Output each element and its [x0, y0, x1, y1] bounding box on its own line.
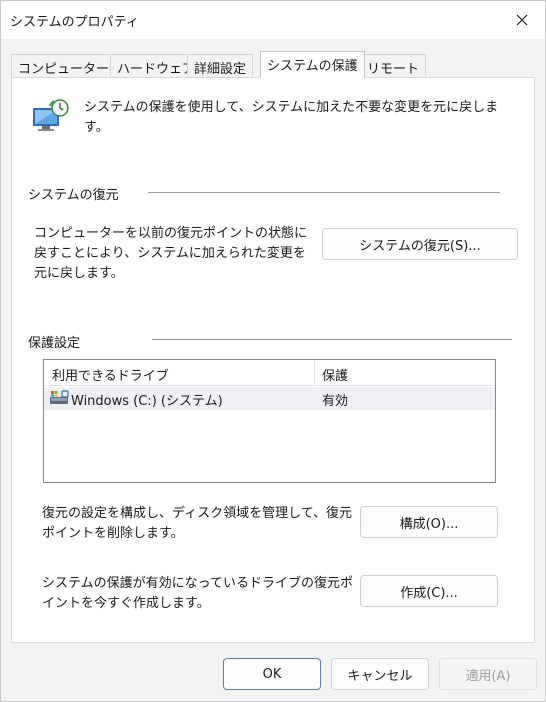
drive-protection-status: 有効 [322, 394, 349, 409]
protection-group-title: 保護設定 [28, 336, 81, 351]
restore-description: コンピューターを以前の復元ポイントの状態に戻すことにより、システムに加えられた変… [34, 226, 308, 281]
drive-list-header: 利用できるドライブ 保護 [44, 360, 495, 386]
configure-description: 復元の設定を構成し、ディスク領域を管理して、復元ポイントを削除します。 [42, 506, 353, 541]
create-description: システムの保護が有効になっているドライブの復元ポイントを今すぐ作成します。 [42, 576, 353, 611]
drive-icon [50, 390, 69, 404]
ok-button[interactable]: OK [223, 658, 321, 690]
column-separator[interactable] [314, 360, 315, 386]
drive-name: Windows (C:) (システム) [71, 394, 223, 409]
restore-group-title: システムの復元 [28, 188, 119, 203]
close-button[interactable] [499, 1, 545, 39]
dialog-footer: OK キャンセル 適用(A) [1, 643, 545, 701]
tab-remote[interactable]: リモート [360, 54, 427, 77]
system-restore-button[interactable]: システムの復元(S)... [322, 228, 518, 260]
restore-group-divider [148, 192, 500, 193]
drive-list[interactable]: 利用できるドライブ 保護 Windows (C:) (システム) 有効 [43, 359, 496, 483]
column-header-drive[interactable]: 利用できるドライブ [52, 365, 169, 384]
system-properties-window: システムのプロパティ コンピューター名 ハードウェア 詳細設定 システムの保護 … [0, 0, 546, 702]
create-button[interactable]: 作成(C)... [360, 575, 498, 607]
close-icon [516, 14, 528, 26]
tab-panel: システムの保護を使用して、システムに加えた不要な変更を元に戻します。 システムの… [11, 77, 535, 643]
system-protection-icon [33, 99, 69, 131]
tab-advanced[interactable]: 詳細設定 [187, 54, 254, 77]
tab-system-protection[interactable]: システムの保護 [260, 51, 365, 78]
cancel-button[interactable]: キャンセル [331, 658, 429, 690]
title-bar: システムのプロパティ [1, 1, 545, 40]
column-header-protection[interactable]: 保護 [322, 365, 348, 384]
intro-text: システムの保護を使用して、システムに加えた不要な変更を元に戻します。 [84, 100, 499, 135]
apply-button[interactable]: 適用(A) [439, 658, 537, 690]
protection-group-divider [152, 339, 512, 340]
configure-button[interactable]: 構成(O)... [360, 506, 498, 538]
window-title: システムのプロパティ [10, 15, 139, 30]
table-row[interactable]: Windows (C:) (システム) 有効 [44, 387, 495, 410]
